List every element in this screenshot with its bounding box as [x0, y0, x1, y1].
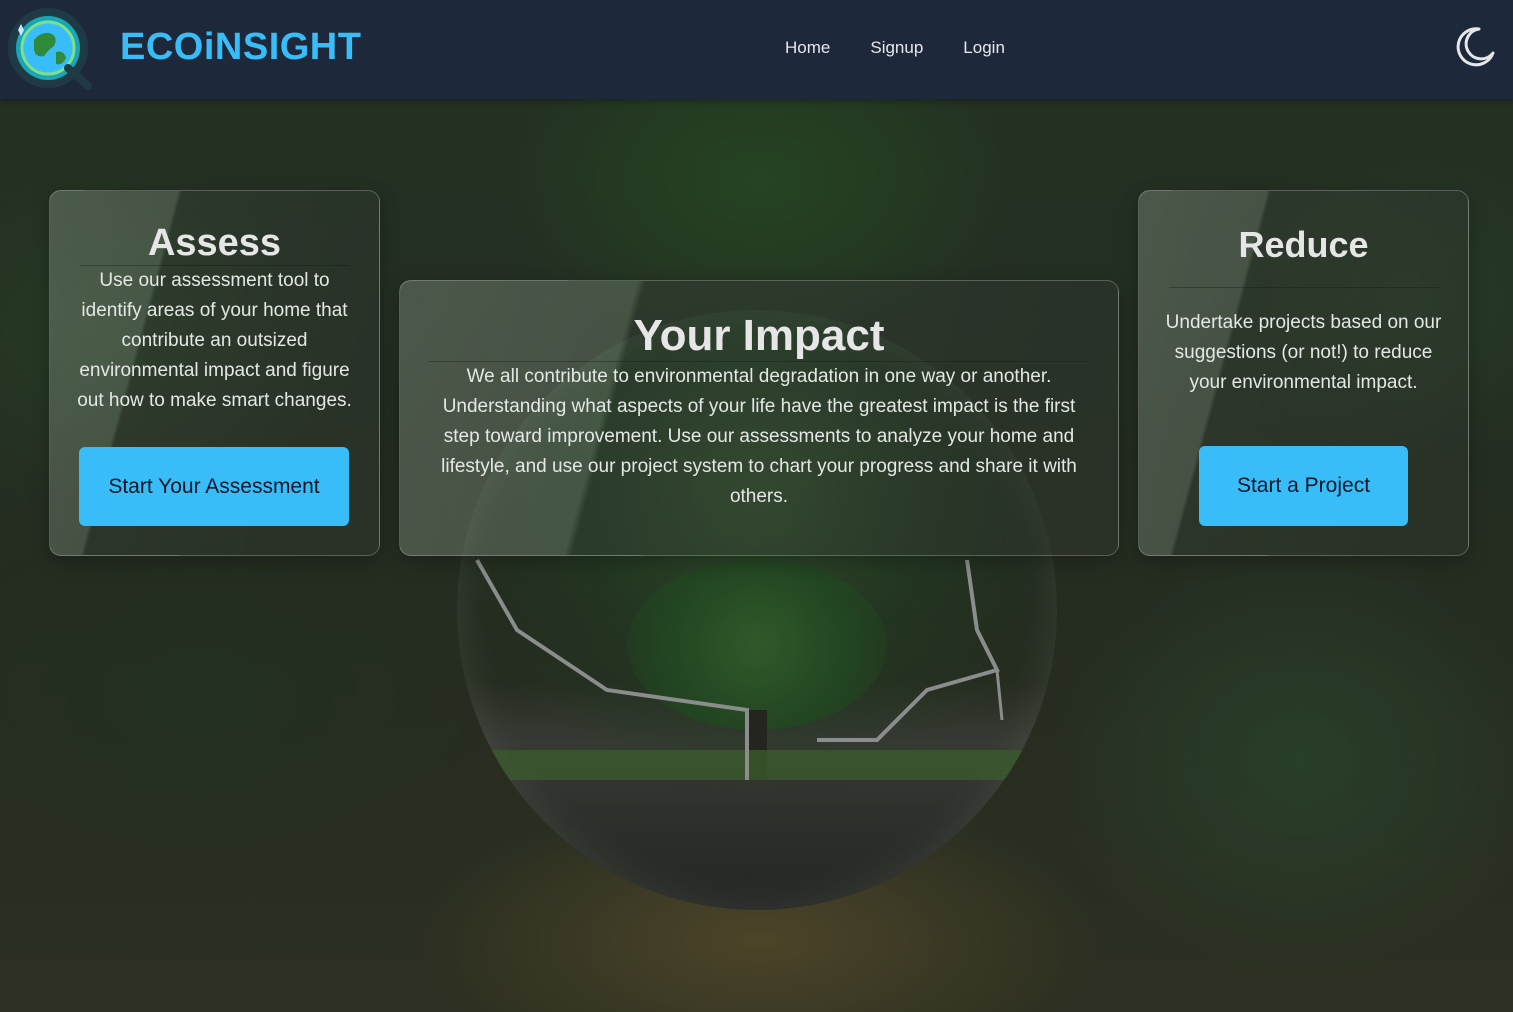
reduce-title: Reduce [1238, 224, 1369, 265]
nav-link-login[interactable]: Login [963, 38, 1005, 58]
impact-card: Your Impact We all contribute to environ… [399, 280, 1119, 556]
nav-link-home[interactable]: Home [785, 38, 830, 58]
reduce-description: Undertake projects based on our suggesti… [1165, 312, 1442, 393]
start-assessment-button[interactable]: Start Your Assessment [79, 447, 349, 526]
moon-icon[interactable] [1449, 23, 1497, 71]
impact-title: Your Impact [633, 311, 885, 360]
navbar: ECOiNSIGHT Home Signup Login [0, 0, 1513, 99]
brand-name[interactable]: ECOiNSIGHT [120, 26, 361, 69]
nav-links: Home Signup Login [785, 38, 1005, 58]
assess-description: Use our assessment tool to identify area… [77, 270, 352, 411]
globe-magnifier-icon[interactable] [4, 6, 96, 92]
assess-card: Assess Use our assessment tool to identi… [49, 190, 380, 556]
assess-title: Assess [147, 222, 282, 264]
impact-description: We all contribute to environmental degra… [441, 366, 1077, 507]
nav-link-signup[interactable]: Signup [870, 38, 923, 58]
reduce-divider [1168, 287, 1439, 288]
reduce-card: Reduce Undertake projects based on our s… [1138, 190, 1469, 556]
start-project-button[interactable]: Start a Project [1199, 446, 1408, 526]
